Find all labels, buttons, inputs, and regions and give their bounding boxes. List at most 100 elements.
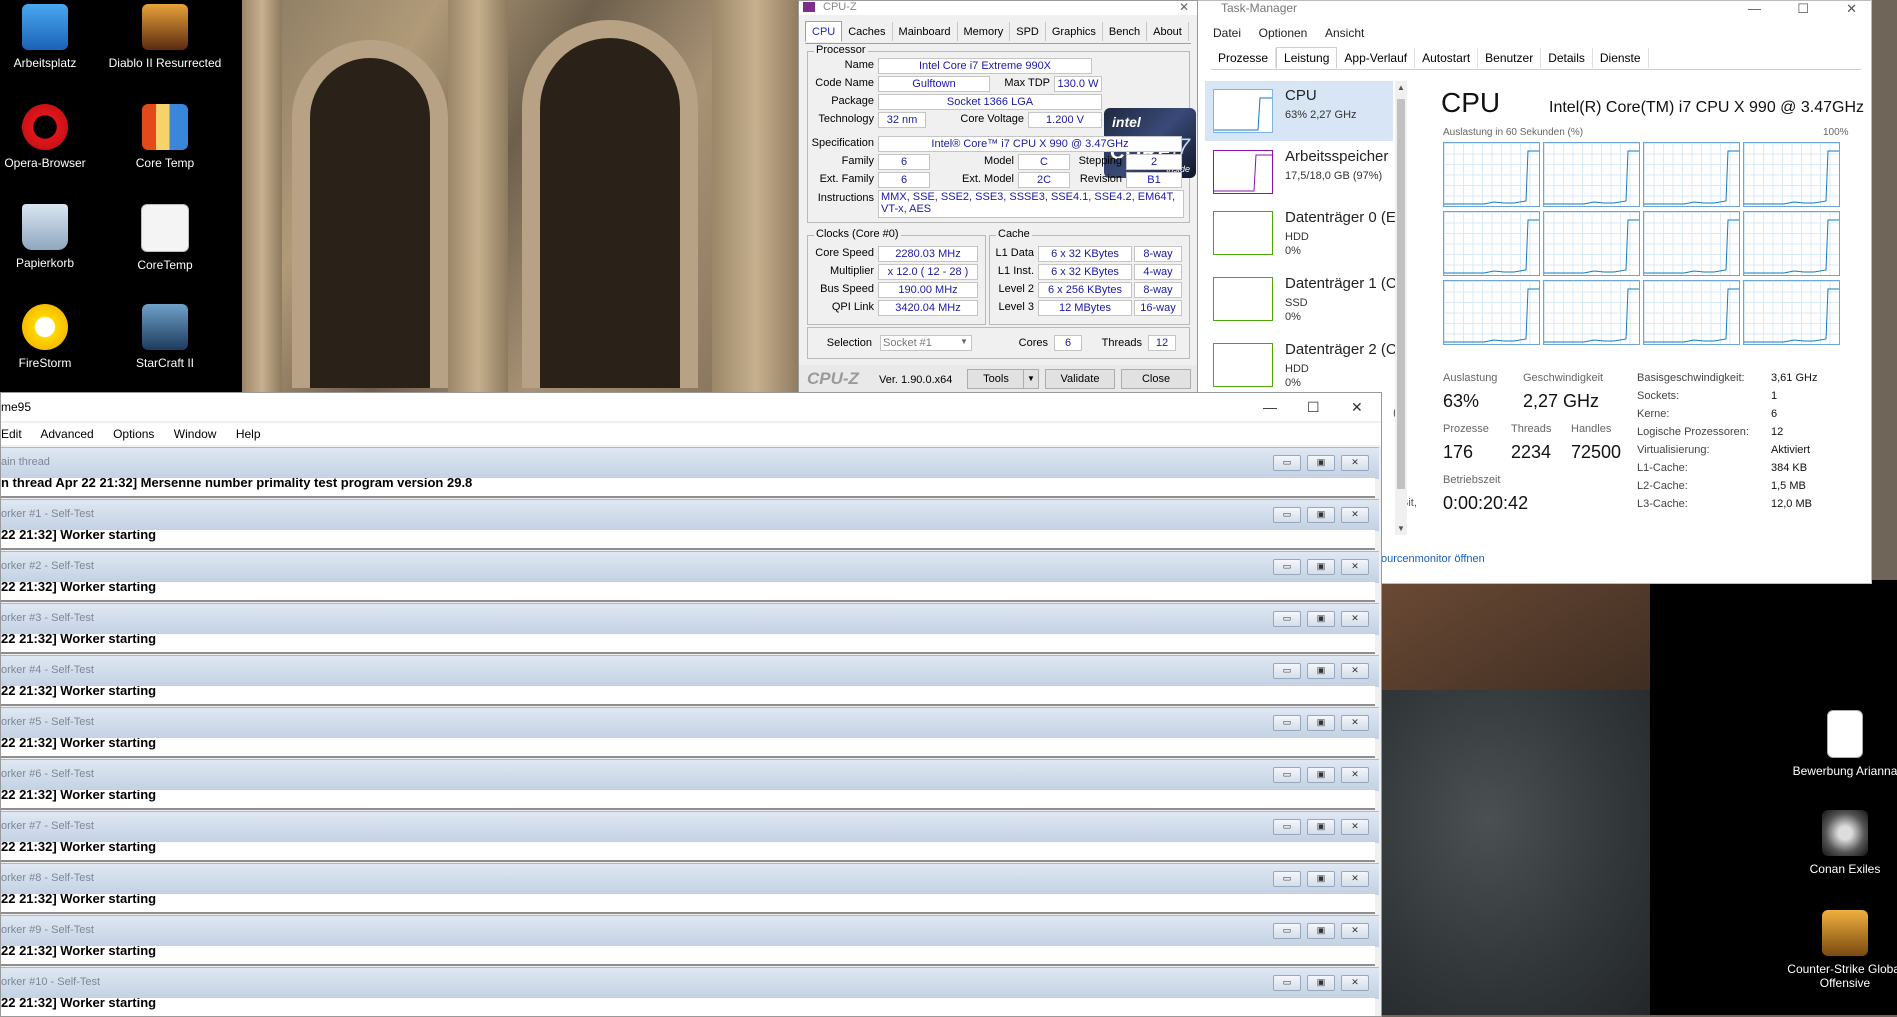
minimize-icon[interactable]: — [1748, 1, 1761, 16]
menu-help[interactable]: Help [236, 427, 261, 441]
maximize-icon[interactable]: ▣ [1307, 923, 1335, 939]
resource-disk-0[interactable]: Datenträger 0 (E HDD 0% [1205, 203, 1396, 263]
maximize-icon[interactable]: ▣ [1307, 559, 1335, 575]
tab-spd[interactable]: SPD [1010, 22, 1046, 41]
minimize-icon[interactable]: ▭ [1273, 819, 1301, 835]
desktop-icon-csgo[interactable]: Counter-Strike Global Offensive [1786, 906, 1897, 1004]
menu-ansicht[interactable]: Ansicht [1325, 26, 1364, 40]
minimize-icon[interactable]: ▭ [1273, 975, 1301, 991]
worker-titlebar[interactable]: orker #5 - Self-Test ▭ ▣ ✕ [1, 707, 1379, 739]
desktop-icon-bewerbung[interactable]: Bewerbung Arianna [1786, 706, 1897, 804]
minimize-icon[interactable]: ▭ [1273, 715, 1301, 731]
socket-select[interactable]: Socket #1 [880, 335, 972, 351]
maximize-icon[interactable]: ▣ [1307, 975, 1335, 991]
close-icon[interactable]: ✕ [1341, 767, 1369, 783]
worker-window[interactable]: orker #3 - Self-Test ▭ ▣ ✕ 22 21:32] Worker … [1, 603, 1379, 654]
desktop-icon-arbeitsplatz[interactable]: Arbeitsplatz [0, 0, 104, 98]
resource-disk-1[interactable]: Datenträger 1 (C SSD 0% [1205, 269, 1397, 329]
tab-cpu[interactable]: CPU [805, 21, 843, 42]
resource-memory[interactable]: Arbeitsspeicher 17,5/18,0 GB (97%) [1205, 142, 1393, 202]
minimize-icon[interactable]: ▭ [1273, 611, 1301, 627]
minimize-icon[interactable]: ▭ [1273, 871, 1301, 887]
tab-autostart[interactable]: Autostart [1415, 48, 1479, 68]
menu-advanced[interactable]: Advanced [40, 427, 93, 441]
tab-dienste[interactable]: Dienste [1593, 48, 1649, 68]
worker-window[interactable]: orker #7 - Self-Test ▭ ▣ ✕ 22 21:32] Worker … [1, 811, 1379, 862]
tab-about[interactable]: About [1147, 22, 1189, 41]
minimize-icon[interactable]: ▭ [1273, 455, 1301, 471]
menu-datei[interactable]: Datei [1213, 26, 1241, 40]
desktop-icon-starcraft[interactable]: StarCraft II [106, 300, 224, 398]
close-icon[interactable]: ✕ [1846, 1, 1857, 17]
tab-benutzer[interactable]: Benutzer [1478, 48, 1542, 68]
tab-bench[interactable]: Bench [1103, 22, 1148, 41]
worker-titlebar[interactable]: orker #4 - Self-Test ▭ ▣ ✕ [1, 655, 1379, 687]
resource-monitor-link[interactable]: ourcenmonitor öffnen [1381, 553, 1485, 565]
worker-window[interactable]: orker #2 - Self-Test ▭ ▣ ✕ 22 21:32] Worker … [1, 551, 1379, 602]
worker-titlebar[interactable]: ain thread ▭ ▣ ✕ [1, 447, 1379, 479]
scrollbar-thumb[interactable] [1397, 99, 1405, 489]
tab-leistung[interactable]: Leistung [1276, 47, 1338, 69]
desktop-icon-conan[interactable]: Conan Exiles [1786, 806, 1897, 904]
worker-window[interactable]: orker #8 - Self-Test ▭ ▣ ✕ 22 21:32] Worker … [1, 863, 1379, 914]
close-icon[interactable]: ✕ [1341, 507, 1369, 523]
minimize-icon[interactable]: ▭ [1273, 559, 1301, 575]
maximize-icon[interactable]: ▣ [1307, 715, 1335, 731]
worker-titlebar[interactable]: orker #1 - Self-Test ▭ ▣ ✕ [1, 499, 1379, 531]
maximize-icon[interactable]: ☐ [1797, 1, 1809, 17]
worker-window[interactable]: orker #5 - Self-Test ▭ ▣ ✕ 22 21:32] Worker … [1, 707, 1379, 758]
worker-titlebar[interactable]: orker #2 - Self-Test ▭ ▣ ✕ [1, 551, 1379, 583]
maximize-icon[interactable]: ☐ [1307, 393, 1320, 421]
resource-disk-2[interactable]: Datenträger 2 (C HDD 0% [1205, 335, 1397, 395]
menu-edit[interactable]: Edit [1, 427, 22, 441]
chevron-down-icon[interactable]: ▼ [960, 337, 968, 346]
worker-titlebar[interactable]: orker #6 - Self-Test ▭ ▣ ✕ [1, 759, 1379, 791]
close-icon[interactable]: ✕ [1341, 975, 1369, 991]
minimize-icon[interactable]: — [1263, 393, 1277, 421]
close-icon[interactable]: ✕ [1341, 611, 1369, 627]
maximize-icon[interactable]: ▣ [1307, 819, 1335, 835]
tab-prozesse[interactable]: Prozesse [1211, 48, 1277, 68]
close-icon[interactable]: ✕ [1341, 455, 1369, 471]
validate-button[interactable]: Validate [1045, 369, 1115, 389]
maximize-icon[interactable]: ▣ [1307, 663, 1335, 679]
close-icon[interactable]: ✕ [1341, 715, 1369, 731]
maximize-icon[interactable]: ▣ [1307, 871, 1335, 887]
menu-window[interactable]: Window [174, 427, 217, 441]
worker-titlebar[interactable]: orker #8 - Self-Test ▭ ▣ ✕ [1, 863, 1379, 895]
maximize-icon[interactable]: ▣ [1307, 507, 1335, 523]
desktop-icon-coretemp-file[interactable]: CoreTemp [106, 200, 224, 298]
maximize-icon[interactable]: ▣ [1307, 767, 1335, 783]
close-icon[interactable]: ✕ [1341, 923, 1369, 939]
tab-graphics[interactable]: Graphics [1046, 22, 1103, 41]
desktop-icon-coretemp[interactable]: Core Temp [106, 100, 224, 198]
maximize-icon[interactable]: ▣ [1307, 611, 1335, 627]
minimize-icon[interactable]: ▭ [1273, 767, 1301, 783]
worker-window[interactable]: orker #1 - Self-Test ▭ ▣ ✕ 22 21:32] Worker … [1, 499, 1379, 550]
worker-titlebar[interactable]: orker #9 - Self-Test ▭ ▣ ✕ [1, 915, 1379, 947]
close-icon[interactable]: ✕ [1341, 559, 1369, 575]
resource-list-scrollbar[interactable]: ▲ ▼ [1395, 81, 1407, 535]
worker-window[interactable]: orker #6 - Self-Test ▭ ▣ ✕ 22 21:32] Worker … [1, 759, 1379, 810]
minimize-icon[interactable]: ▭ [1273, 923, 1301, 939]
tab-mainboard[interactable]: Mainboard [893, 22, 958, 41]
menu-optionen[interactable]: Optionen [1259, 26, 1308, 40]
tools-dropdown-icon[interactable]: ▼ [1023, 369, 1039, 389]
worker-window[interactable]: orker #4 - Self-Test ▭ ▣ ✕ 22 21:32] Worker … [1, 655, 1379, 706]
close-button[interactable]: Close [1121, 369, 1191, 389]
tab-app-verlauf[interactable]: App-Verlauf [1337, 48, 1416, 68]
resource-cpu[interactable]: CPU 63% 2,27 GHz [1205, 81, 1393, 141]
tools-button[interactable]: Tools [967, 369, 1025, 389]
desktop-icon-diablo[interactable]: Diablo II Resurrected [106, 0, 224, 98]
desktop-icon-opera[interactable]: Opera-Browser [0, 100, 104, 198]
tab-memory[interactable]: Memory [958, 22, 1011, 41]
desktop-icon-firestorm[interactable]: FireStorm [0, 300, 104, 398]
minimize-icon[interactable]: ▭ [1273, 507, 1301, 523]
main-thread-window[interactable]: ain thread ▭ ▣ ✕ n thread Apr 22 21:32] Mers… [1, 447, 1379, 498]
worker-window[interactable]: orker #10 - Self-Test ▭ ▣ ✕ 22 21:32] Worker… [1, 967, 1379, 1016]
minimize-icon[interactable]: ▭ [1273, 663, 1301, 679]
maximize-icon[interactable]: ▣ [1307, 455, 1335, 471]
tab-caches[interactable]: Caches [842, 22, 893, 41]
close-icon[interactable]: ✕ [1341, 871, 1369, 887]
worker-titlebar[interactable]: orker #7 - Self-Test ▭ ▣ ✕ [1, 811, 1379, 843]
